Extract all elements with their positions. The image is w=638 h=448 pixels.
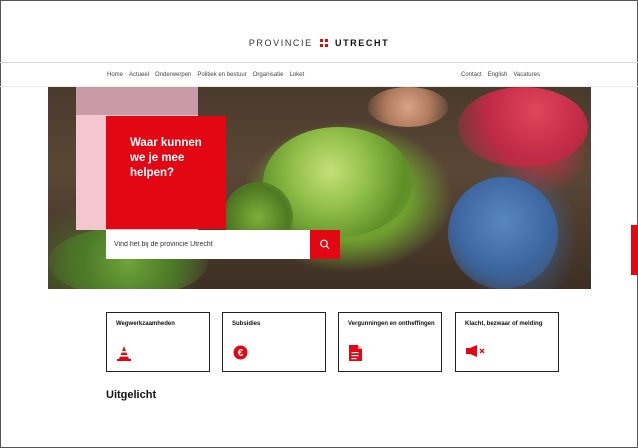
feedback-side-tab[interactable]: [631, 225, 638, 275]
logo-text-provincie: PROVINCIE: [248, 38, 313, 48]
nav-item-home[interactable]: Home: [107, 72, 123, 78]
document-icon: [349, 345, 362, 361]
tile-label: Wegwerkzaamheden: [116, 321, 175, 327]
nav-item-contact[interactable]: Contact: [461, 72, 482, 78]
tile-subsidies[interactable]: Subsidies €: [222, 312, 326, 372]
primary-nav: Home Actueel Onderwerpen Politiek en bes…: [107, 72, 304, 78]
svg-text:€: €: [238, 348, 244, 359]
hero-headline: Waar kunnen we je mee helpen?: [130, 137, 202, 179]
nav-item-politiek[interactable]: Politiek en bestuur: [197, 72, 246, 78]
tile-vergunningen[interactable]: Vergunningen en ontheffingen: [338, 312, 442, 372]
tile-label: Klacht, bezwaar of melding: [465, 321, 543, 327]
euro-icon: €: [233, 345, 248, 360]
tile-klacht[interactable]: Klacht, bezwaar of melding: [455, 312, 559, 372]
logo-text-utrecht: UTRECHT: [334, 38, 390, 48]
site-logo[interactable]: PROVINCIE UTRECHT: [0, 38, 638, 48]
nav-item-loket[interactable]: Loket: [289, 72, 304, 78]
tile-wegwerkzaamheden[interactable]: Wegwerkzaamheden: [106, 312, 210, 372]
nav-item-vacatures[interactable]: Vacatures: [513, 72, 540, 78]
megaphone-icon: [466, 345, 485, 357]
search-icon: [320, 239, 330, 250]
section-title-uitgelicht: Uitgelicht: [106, 389, 157, 401]
hero-headline-box: Waar kunnen we je mee helpen?: [106, 116, 226, 229]
search-button[interactable]: [310, 230, 340, 259]
nav-item-onderwerpen[interactable]: Onderwerpen: [155, 72, 191, 78]
search-input[interactable]: [106, 230, 310, 259]
traffic-cone-icon: [117, 346, 131, 361]
tile-label: Subsidies: [232, 321, 261, 327]
nav-item-english[interactable]: English: [488, 72, 508, 78]
nav-item-organisatie[interactable]: Organisatie: [253, 72, 284, 78]
nav-item-actueel[interactable]: Actueel: [129, 72, 149, 78]
logo-mark-icon: [319, 39, 328, 47]
tile-label: Vergunningen en ontheffingen: [348, 321, 435, 327]
secondary-nav: Contact English Vacatures: [461, 72, 540, 78]
header-divider: [0, 62, 638, 63]
